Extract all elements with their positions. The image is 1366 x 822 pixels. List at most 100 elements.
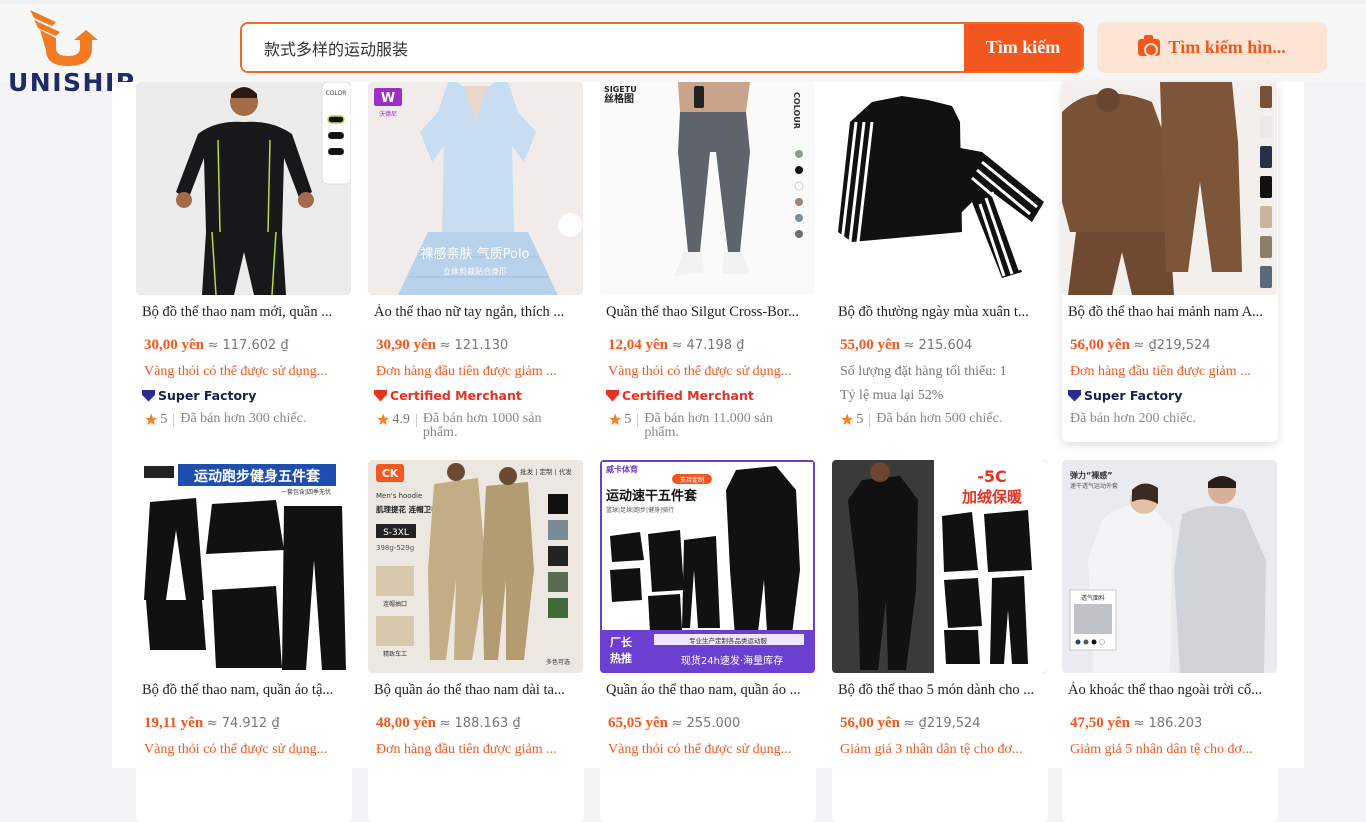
promo-text: Giảm giá 3 nhân dân tệ cho đơ... xyxy=(840,742,1023,757)
product-image[interactable]: 运动跑步健身五件套 一套包含|四季无忧 xyxy=(136,460,351,673)
star-icon: ★ xyxy=(144,410,159,429)
sold-count: Đã bán hơn 11.000 sản phẩm. xyxy=(644,411,773,440)
sold-count: Đã bán hơn 300 chiếc. xyxy=(180,411,307,426)
product-image[interactable]: W 沃德尼 裸感亲肤 气质Polo 立体剪裁贴合身形 xyxy=(368,82,583,295)
image-headline: 加绒保暖 xyxy=(961,488,1023,506)
sold-count: Đã bán hơn 500 chiếc. xyxy=(876,411,1003,426)
svg-text:398g-529g: 398g-529g xyxy=(376,544,414,552)
color-label: COLOR xyxy=(326,90,347,97)
svg-text:支持定制: 支持定制 xyxy=(680,476,704,484)
promo-text: Đơn hàng đầu tiên được giảm ... xyxy=(376,364,557,379)
svg-text:现货24h速发·海量库存: 现货24h速发·海量库存 xyxy=(681,654,783,667)
rating-value: 5 xyxy=(856,412,864,427)
product-image[interactable]: -5C 加绒保暖 xyxy=(832,460,1047,673)
product-card[interactable]: COLOR Bộ đồ thể thao nam mới, quần ... 3… xyxy=(136,82,352,444)
rating-value: 4.9 xyxy=(392,412,410,427)
super-factory-badge: Super Factory xyxy=(1068,388,1182,403)
vnd-approx: ≈ 74.912 ₫ xyxy=(206,716,280,731)
product-card[interactable]: Bộ đồ thường ngày mùa xuân t... 55,00 yê… xyxy=(832,82,1048,444)
search-button[interactable]: Tìm kiếm xyxy=(964,24,1082,71)
svg-text:CK: CK xyxy=(382,467,399,480)
promo-text: Vàng thỏi có thể được sử dụng... xyxy=(144,364,328,379)
price-row: 47,50 yên ≈ 186.203 xyxy=(1070,715,1274,732)
promo-text: Giảm giá 5 nhân dân tệ cho đơ... xyxy=(1070,742,1253,757)
super-factory-badge: Super Factory xyxy=(142,388,256,403)
price-row: 65,05 yên ≈ 255.000 xyxy=(608,715,812,732)
badge-label: Certified Merchant xyxy=(622,388,754,403)
product-title[interactable]: Áo thể thao nữ tay ngắn, thích ... xyxy=(374,304,578,321)
svg-text:SIGETU: SIGETU xyxy=(604,85,637,94)
product-card[interactable]: SIGETU 丝格图 COLOUR Quần thể thao Silgut C… xyxy=(600,82,816,444)
header: UNISHIP Tìm kiếm Tìm kiếm hìn... xyxy=(0,4,1366,97)
certified-icon xyxy=(374,389,387,402)
uniship-logo[interactable]: UNISHIP xyxy=(6,4,134,97)
product-title[interactable]: Áo khoác thể thao ngoài trời cổ... xyxy=(1068,682,1272,699)
right-gutter xyxy=(1304,82,1366,768)
svg-text:厂长: 厂长 xyxy=(610,635,633,649)
camera-icon xyxy=(1138,35,1161,57)
product-title[interactable]: Bộ đồ thể thao nam, quần áo tậ... xyxy=(142,682,346,699)
product-title[interactable]: Bộ đồ thể thao 5 món dành cho ... xyxy=(838,682,1042,699)
rating: ★ 5 Đã bán hơn 500 chiếc. xyxy=(840,412,1002,428)
colour-label: COLOUR xyxy=(792,92,801,129)
product-price: 30,00 yên xyxy=(144,337,204,353)
svg-text:篮球|足球|跑步|健身|骑行: 篮球|足球|跑步|健身|骑行 xyxy=(606,506,674,514)
product-card[interactable]: W 沃德尼 裸感亲肤 气质Polo 立体剪裁贴合身形 Áo thể thao n… xyxy=(368,82,584,444)
promo-text: Đơn hàng đầu tiên được giảm ... xyxy=(376,742,557,757)
price-row: 30,00 yên ≈ 117.602 ₫ xyxy=(144,337,348,354)
product-title[interactable]: Quần thể thao Silgut Cross-Bor... xyxy=(606,304,810,321)
vnd-approx: ≈ 215.604 xyxy=(903,338,973,353)
rating-value: 5 xyxy=(160,412,168,427)
star-icon: ★ xyxy=(608,410,623,429)
price-row: 30,90 yên ≈ 121.130 xyxy=(376,337,580,354)
image-search-button[interactable]: Tìm kiếm hìn... xyxy=(1097,22,1327,73)
diamond-icon xyxy=(142,389,155,402)
svg-text:精致车工: 精致车工 xyxy=(383,650,407,658)
product-image[interactable]: SIGETU 丝格图 COLOUR xyxy=(600,82,815,295)
divider xyxy=(415,414,417,427)
certified-merchant-badge: Certified Merchant xyxy=(606,388,754,403)
product-title[interactable]: Bộ đồ thể thao nam mới, quần ... xyxy=(142,304,346,321)
vnd-approx: ≈ 121.130 xyxy=(439,338,509,353)
product-card[interactable]: Bộ đồ thể thao hai mảnh nam A... 56,00 y… xyxy=(1062,82,1278,442)
product-image[interactable]: 弹力“裸感” 速干透气运动外套 透气面料 xyxy=(1062,460,1277,673)
product-title[interactable]: Bộ đồ thường ngày mùa xuân t... xyxy=(838,304,1042,321)
svg-text:S-3XL: S-3XL xyxy=(383,528,409,538)
image-headline: 运动跑步健身五件套 xyxy=(194,468,320,485)
svg-text:威卡体育: 威卡体育 xyxy=(606,464,638,474)
svg-text:透气面料: 透气面料 xyxy=(1081,594,1105,602)
image-search-label: Tìm kiếm hìn... xyxy=(1168,37,1286,57)
svg-text:速干透气运动外套: 速干透气运动外套 xyxy=(1070,482,1118,490)
product-price: 12,04 yên xyxy=(608,337,668,353)
rating: ★ 5 Đã bán hơn 300 chiếc. xyxy=(144,412,306,428)
product-image[interactable]: COLOR xyxy=(136,82,351,295)
promo-text: Vàng thỏi có thể được sử dụng... xyxy=(608,742,792,757)
product-price: 55,00 yên xyxy=(840,337,900,353)
certified-icon xyxy=(606,389,619,402)
image-headline: 运动速干五件套 xyxy=(606,488,698,504)
search-bar: Tìm kiếm xyxy=(240,22,1084,73)
vnd-approx: ≈ ₫219,524 xyxy=(1133,338,1211,353)
price-row: 12,04 yên ≈ 47.198 ₫ xyxy=(608,337,812,354)
star-icon: ★ xyxy=(840,410,855,429)
brand-text: 丝格图 xyxy=(604,92,634,105)
min-order-text: Số lượng đặt hàng tối thiểu: 1 xyxy=(840,364,1007,379)
product-image[interactable]: CK Men's hoodie 肌理提花 连帽卫衣套装 S-3XL 398g-5… xyxy=(368,460,583,673)
vnd-approx: ≈ 47.198 ₫ xyxy=(671,338,745,353)
product-price: 48,00 yên xyxy=(376,715,436,731)
svg-text:立体剪裁贴合身形: 立体剪裁贴合身形 xyxy=(443,266,507,276)
svg-text:批发 | 定制 | 代发: 批发 | 定制 | 代发 xyxy=(520,467,572,476)
diamond-icon xyxy=(1068,389,1081,402)
search-input[interactable] xyxy=(242,24,964,71)
product-image[interactable] xyxy=(1062,82,1277,295)
product-image[interactable] xyxy=(832,82,1047,295)
price-row: 48,00 yên ≈ 188.163 ₫ xyxy=(376,715,580,732)
product-title[interactable]: Bộ đồ thể thao hai mảnh nam A... xyxy=(1068,304,1272,321)
brand-text: 沃德尼 xyxy=(379,110,397,118)
product-title[interactable]: Bộ quần áo thể thao nam dài ta... xyxy=(374,682,578,699)
star-icon: ★ xyxy=(376,410,391,429)
product-title[interactable]: Quần áo thể thao nam, quần áo ... xyxy=(606,682,810,699)
certified-merchant-badge: Certified Merchant xyxy=(374,388,522,403)
sold-count: Đã bán hơn 1000 sản phẩm. xyxy=(422,411,542,440)
product-image[interactable]: 威卡体育 支持定制 运动速干五件套 篮球|足球|跑步|健身|骑行 厂长 热推 专… xyxy=(600,460,815,673)
